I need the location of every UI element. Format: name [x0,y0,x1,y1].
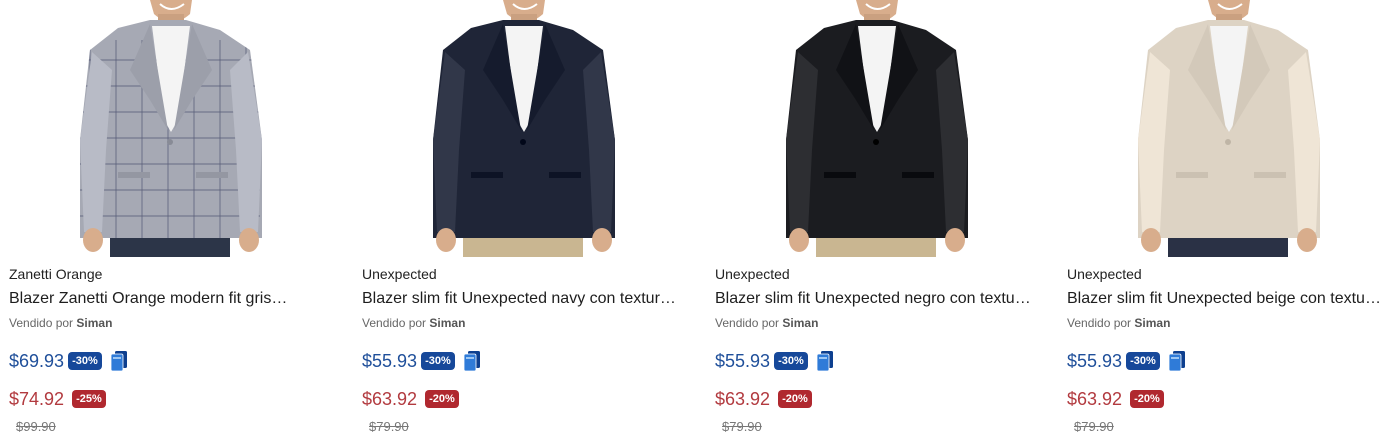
credit-card-icon [463,350,481,372]
card-price-row: $55.93 -30% [362,348,481,374]
seller-prefix: Vendido por [362,316,427,330]
card-price: $55.93 [362,350,418,371]
product-card[interactable]: Unexpected Blazer slim fit Unexpected be… [1058,0,1388,440]
product-brand: Unexpected [362,266,437,282]
seller-name: Siman [76,316,113,330]
credit-card-icon [816,350,834,372]
card-price-row: $55.93 -30% [1067,348,1186,374]
card-price: $55.93 [715,350,771,371]
original-price: $79.90 [369,419,409,434]
product-card[interactable]: Zanetti Orange Blazer Zanetti Orange mod… [0,0,330,440]
card-price-row: $55.93 -30% [715,348,834,374]
card-discount-badge: -30% [421,352,455,370]
sale-price: $63.92 [715,388,771,409]
product-brand: Unexpected [715,266,790,282]
sale-price: $74.92 [9,388,65,409]
seller-info: Vendido por Siman [9,316,112,330]
seller-info: Vendido por Siman [1067,316,1170,330]
card-price-row: $69.93 -30% [9,348,128,374]
seller-prefix: Vendido por [1067,316,1132,330]
sale-price-row: $63.92 -20% [1067,386,1164,412]
product-grid: Zanetti Orange Blazer Zanetti Orange mod… [0,0,1393,440]
sale-price: $63.92 [362,388,418,409]
sale-price: $63.92 [1067,388,1123,409]
product-image[interactable] [1058,0,1388,257]
card-discount-badge: -30% [68,352,102,370]
product-card[interactable]: Unexpected Blazer slim fit Unexpected na… [353,0,683,440]
product-title-link[interactable]: Blazer slim fit Unexpected negro con tex… [715,290,1033,308]
seller-prefix: Vendido por [715,316,780,330]
seller-info: Vendido por Siman [362,316,465,330]
product-title-link[interactable]: Blazer slim fit Unexpected beige con tex… [1067,290,1385,308]
original-price: $79.90 [722,419,762,434]
card-price: $69.93 [9,350,65,371]
seller-name: Siman [1134,316,1171,330]
seller-prefix: Vendido por [9,316,74,330]
sale-discount-badge: -25% [72,390,106,408]
product-title-link[interactable]: Blazer Zanetti Orange modern fit gris… [9,290,327,308]
sale-discount-badge: -20% [778,390,812,408]
card-discount-badge: -30% [774,352,808,370]
product-image[interactable] [353,0,683,257]
card-price: $55.93 [1067,350,1123,371]
seller-name: Siman [429,316,466,330]
original-price: $79.90 [1074,419,1114,434]
product-brand: Zanetti Orange [9,266,103,282]
sale-price-row: $63.92 -20% [715,386,812,412]
product-title-link[interactable]: Blazer slim fit Unexpected navy con text… [362,290,680,308]
sale-discount-badge: -20% [1130,390,1164,408]
seller-info: Vendido por Siman [715,316,818,330]
product-card[interactable]: Unexpected Blazer slim fit Unexpected ne… [706,0,1036,440]
seller-name: Siman [782,316,819,330]
credit-card-icon [1168,350,1186,372]
sale-price-row: $63.92 -20% [362,386,459,412]
product-image[interactable] [706,0,1036,257]
sale-price-row: $74.92 -25% [9,386,106,412]
sale-discount-badge: -20% [425,390,459,408]
original-price: $99.90 [16,419,56,434]
credit-card-icon [110,350,128,372]
product-brand: Unexpected [1067,266,1142,282]
product-image[interactable] [0,0,330,257]
card-discount-badge: -30% [1126,352,1160,370]
